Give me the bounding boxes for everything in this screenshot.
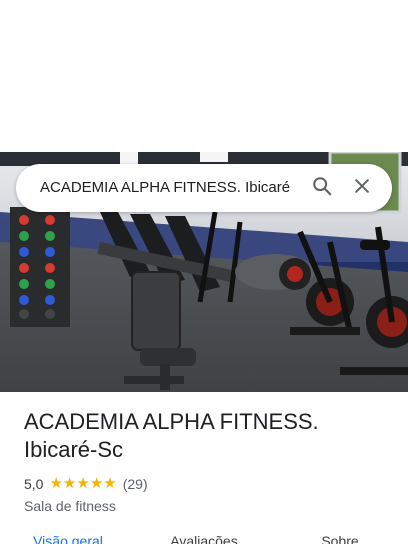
tab-reviews[interactable]: Avaliações — [136, 528, 272, 544]
search-bar[interactable]: ACADEMIA ALPHA FITNESS. Ibicaré — [16, 164, 392, 212]
clear-search-button[interactable] — [344, 170, 380, 206]
review-count[interactable]: (29) — [123, 476, 148, 492]
rating-value: 5,0 — [24, 476, 44, 492]
place-category[interactable]: Sala de fitness — [24, 496, 392, 516]
star-icon: ★ — [76, 475, 90, 492]
place-info: ACADEMIA ALPHA FITNESS. Ibicaré-Sc 5,0 ★… — [24, 408, 392, 516]
search-input[interactable]: ACADEMIA ALPHA FITNESS. Ibicaré — [40, 164, 300, 212]
tab-about[interactable]: Sobre — [272, 528, 408, 544]
tab-overview[interactable]: Visão geral — [0, 528, 136, 544]
star-rating: ★ ★ ★ ★ ★ — [49, 476, 116, 492]
rating-row[interactable]: 5,0 ★ ★ ★ ★ ★ (29) — [24, 474, 392, 494]
star-icon: ★ — [62, 475, 77, 492]
star-icon: ★ — [89, 475, 104, 492]
search-button[interactable] — [304, 170, 340, 206]
star-icon: ★ — [103, 475, 117, 492]
place-tabs: Visão geral Avaliações Sobre — [0, 528, 408, 544]
star-icon: ★ — [49, 475, 63, 492]
close-icon — [352, 176, 372, 201]
search-icon — [311, 175, 333, 202]
place-title: ACADEMIA ALPHA FITNESS. Ibicaré-Sc — [24, 409, 319, 462]
